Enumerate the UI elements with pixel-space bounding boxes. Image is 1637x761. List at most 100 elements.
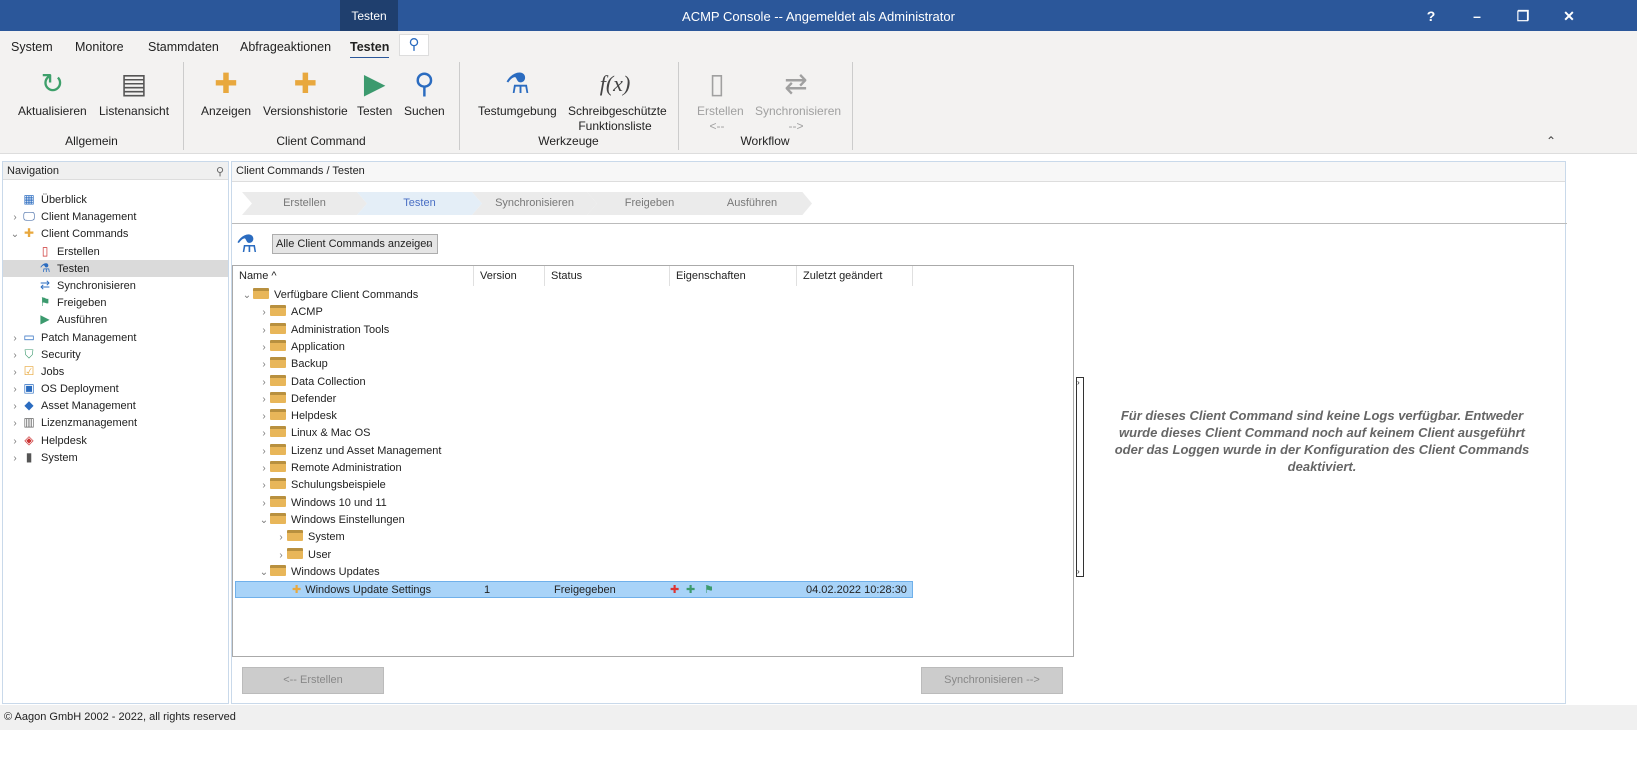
sidebar-item[interactable]: › ▥ Lizenzmanagement: [3, 414, 228, 431]
chevron-right-icon[interactable]: ›: [258, 322, 270, 339]
chevron-down-icon[interactable]: ⌄: [241, 287, 253, 304]
tree-folder[interactable]: › Data Collection: [235, 374, 913, 391]
tree-folder[interactable]: ⌄ Windows Einstellungen: [235, 512, 913, 529]
tree-folder[interactable]: › Windows 10 und 11: [235, 495, 913, 512]
context-tab[interactable]: Testen: [340, 0, 398, 31]
chevron-right-icon[interactable]: ›: [258, 374, 270, 391]
tab-abfrageaktionen[interactable]: Abfrageaktionen: [240, 40, 331, 54]
sidebar-item[interactable]: › ☑ Jobs: [3, 363, 228, 380]
column-modified[interactable]: Zuletzt geändert: [797, 266, 913, 286]
chevron-down-icon[interactable]: ⌄: [258, 512, 270, 529]
chevron-right-icon[interactable]: ›: [258, 304, 270, 321]
chevron-right-icon[interactable]: ›: [258, 408, 270, 425]
create-button[interactable]: ▯ Erstellen <--: [697, 66, 744, 134]
tree-folder[interactable]: › System: [235, 529, 913, 546]
show-button[interactable]: ✚ Anzeigen: [201, 66, 251, 119]
chevron-right-icon[interactable]: ›: [258, 339, 270, 356]
chevron-right-icon[interactable]: ›: [9, 364, 21, 381]
tree-folder[interactable]: ⌄ Windows Updates: [235, 564, 913, 581]
tree-folder[interactable]: ⌄ Verfügbare Client Commands: [235, 287, 913, 304]
test-button[interactable]: ▶ Testen: [357, 66, 392, 119]
help-button[interactable]: ?: [1408, 0, 1454, 31]
chevron-right-icon[interactable]: ›: [258, 477, 270, 494]
pin-icon[interactable]: ⚲: [216, 165, 224, 178]
tree-folder[interactable]: › Backup: [235, 356, 913, 373]
chevron-right-icon[interactable]: ›: [275, 529, 287, 546]
restore-button[interactable]: ❐: [1500, 0, 1546, 31]
sidebar-item[interactable]: ⇄ Synchronisieren: [3, 277, 228, 294]
close-button[interactable]: ✕: [1546, 0, 1592, 31]
next-synchronize-button[interactable]: Synchronisieren -->: [921, 667, 1063, 694]
tree-folder[interactable]: › Remote Administration: [235, 460, 913, 477]
search-button[interactable]: ⚲ Suchen: [404, 66, 445, 119]
search-icon[interactable]: ⚲: [399, 34, 429, 56]
column-status[interactable]: Status: [545, 266, 670, 286]
column-version[interactable]: Version: [474, 266, 545, 286]
folder-icon: [270, 391, 286, 403]
tree-folder[interactable]: › Linux & Mac OS: [235, 425, 913, 442]
navigation-panel: Navigation ⚲ ▦ Überblick › 🖵 Client Managemen…: [2, 161, 229, 704]
column-name[interactable]: Name ^: [233, 266, 474, 286]
tree-folder[interactable]: › Lizenz und Asset Management: [235, 443, 913, 460]
chevron-right-icon[interactable]: ›: [258, 425, 270, 442]
chevron-down-icon[interactable]: ⌄: [258, 564, 270, 581]
tree-folder[interactable]: › Administration Tools: [235, 322, 913, 339]
chevron-right-icon[interactable]: ›: [9, 381, 21, 398]
chevron-right-icon[interactable]: ›: [9, 415, 21, 432]
sidebar-item[interactable]: › 🖵 Client Management: [3, 208, 228, 225]
tree-folder[interactable]: › Defender: [235, 391, 913, 408]
collapse-ribbon-icon[interactable]: ⌃: [1546, 134, 1556, 148]
step-freigeben[interactable]: Freigeben: [587, 192, 712, 215]
tree-folder[interactable]: › User: [235, 547, 913, 564]
readonly-function-list-button[interactable]: f(x) Schreibgeschützte Funktionsliste: [568, 66, 667, 134]
test-environment-button[interactable]: ⚗ Testumgebung: [478, 66, 557, 119]
tree-folder[interactable]: › ACMP: [235, 304, 913, 321]
tab-stammdaten[interactable]: Stammdaten: [148, 40, 219, 54]
tree-folder[interactable]: › Helpdesk: [235, 408, 913, 425]
tree-folder[interactable]: › Schulungsbeispiele: [235, 477, 913, 494]
sidebar-item[interactable]: › ◈ Helpdesk: [3, 432, 228, 449]
list-view-button[interactable]: ▤ Listenansicht: [99, 66, 169, 119]
chevron-right-icon[interactable]: ›: [9, 398, 21, 415]
chevron-right-icon[interactable]: ›: [258, 356, 270, 373]
column-properties[interactable]: Eigenschaften: [670, 266, 797, 286]
splitter-handle[interactable]: › ›: [1076, 377, 1084, 577]
sidebar-item[interactable]: ▯ Erstellen: [3, 243, 228, 260]
tab-testen[interactable]: Testen: [350, 40, 390, 59]
refresh-button[interactable]: ↻ Aktualisieren: [18, 66, 87, 119]
chevron-right-icon[interactable]: ›: [9, 433, 21, 450]
chevron-right-icon[interactable]: ›: [9, 450, 21, 467]
sidebar-item[interactable]: ⚗ Testen: [3, 259, 228, 277]
step-synchronisieren[interactable]: Synchronisieren: [472, 192, 597, 215]
sidebar-item[interactable]: ⚑ Freigeben: [3, 294, 228, 311]
chevron-right-icon[interactable]: ›: [258, 495, 270, 512]
back-create-button[interactable]: <-- Erstellen: [242, 667, 384, 694]
sidebar-item[interactable]: ▦ Überblick: [3, 191, 228, 208]
sidebar-item[interactable]: › ▭ Patch Management: [3, 329, 228, 346]
table-row[interactable]: ✚ Windows Update Settings 1 Freigegeben ✚ ✚ ⚑ 0…: [235, 581, 913, 599]
chevron-right-icon[interactable]: ›: [258, 391, 270, 408]
step-testen[interactable]: Testen: [357, 192, 482, 215]
sidebar-item[interactable]: › ▣ OS Deployment: [3, 380, 228, 397]
synchronize-button[interactable]: ⇄ Synchronisieren -->: [755, 66, 841, 134]
sidebar-item[interactable]: › ⛉ Security: [3, 346, 228, 363]
chevron-right-icon[interactable]: ›: [258, 443, 270, 460]
chevron-right-icon[interactable]: ›: [9, 347, 21, 364]
step-ausfuehren[interactable]: Ausführen: [692, 192, 812, 215]
tab-system[interactable]: System: [11, 40, 53, 54]
sidebar-item[interactable]: › ▮ System: [3, 449, 228, 466]
version-history-button[interactable]: ✚ Versionshistorie: [263, 66, 348, 119]
sidebar-item[interactable]: ⌄ ✚ Client Commands: [3, 225, 228, 242]
sidebar-item[interactable]: › ◆ Asset Management: [3, 397, 228, 414]
filter-dropdown[interactable]: Alle Client Commands anzeigen ⌄: [272, 234, 438, 254]
tree-folder[interactable]: › Application: [235, 339, 913, 356]
step-erstellen[interactable]: Erstellen: [242, 192, 367, 215]
tab-monitore[interactable]: Monitore: [75, 40, 124, 54]
chevron-right-icon[interactable]: ›: [9, 330, 21, 347]
chevron-down-icon[interactable]: ⌄: [9, 226, 21, 243]
chevron-right-icon[interactable]: ›: [275, 547, 287, 564]
minimize-button[interactable]: –: [1454, 0, 1500, 31]
chevron-right-icon[interactable]: ›: [9, 209, 21, 226]
sidebar-item[interactable]: ▶ Ausführen: [3, 311, 228, 328]
chevron-right-icon[interactable]: ›: [258, 460, 270, 477]
